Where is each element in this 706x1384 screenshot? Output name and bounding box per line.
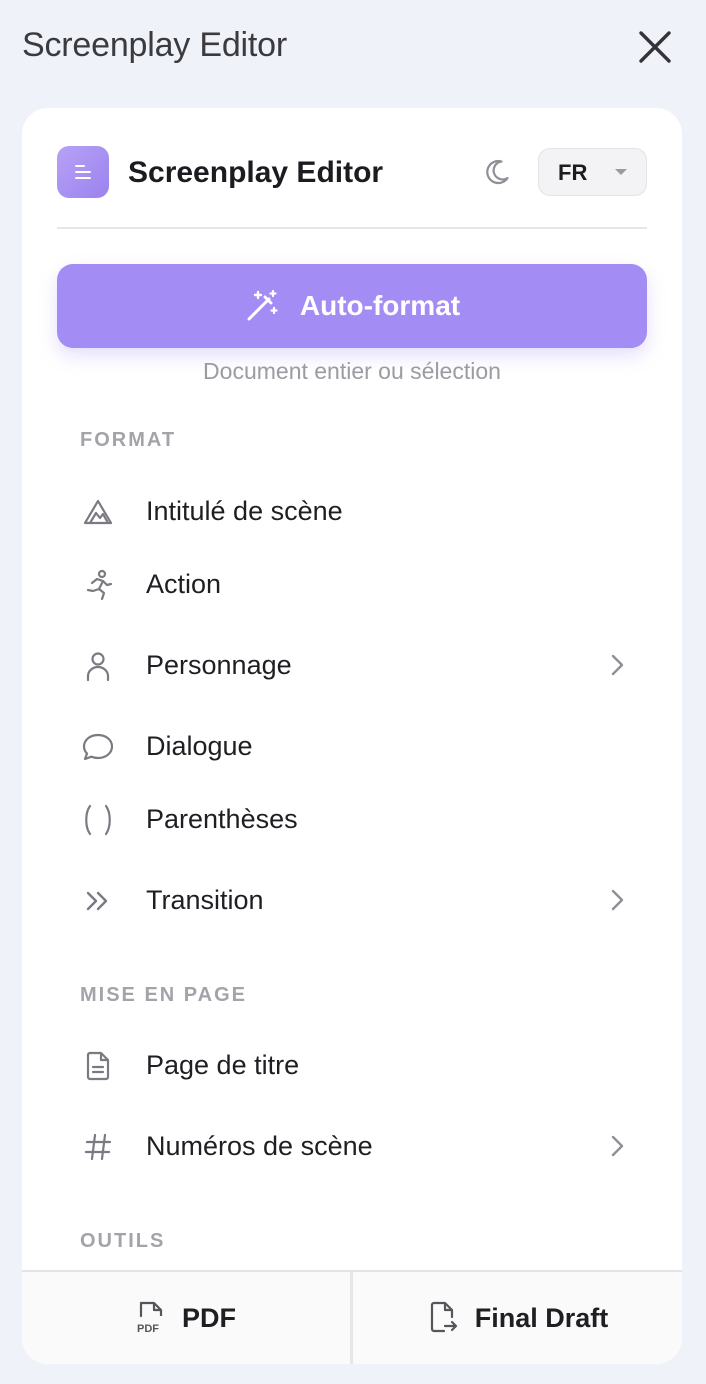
menu-item-action[interactable]: Action (57, 553, 647, 615)
menu-item-scene-heading[interactable]: Intitulé de scène (57, 480, 647, 542)
export-pdf-label: PDF (182, 1302, 236, 1333)
language-value: FR (558, 160, 588, 185)
sidebar-panel: Screenplay Editor FR Auto-format Documen… (22, 108, 682, 1364)
menu-item-label: Intitulé de scène (146, 496, 343, 526)
menu-item-label: Numéros de scène (146, 1131, 373, 1161)
menu-item-label: Transition (146, 885, 264, 915)
section-title-tools: OUTILS (80, 1230, 166, 1252)
auto-format-hint: Document entier ou sélection (203, 358, 501, 384)
document-lines-icon (75, 165, 91, 179)
pdf-icon-text: PDF (137, 1323, 159, 1335)
export-pdf-button[interactable]: PDF PDF (22, 1272, 350, 1364)
person-icon (81, 649, 115, 683)
window-title: Screenplay Editor (22, 26, 287, 64)
menu-item-dialogue[interactable]: Dialogue (57, 715, 647, 777)
app-name: Screenplay Editor (128, 156, 384, 189)
speech-bubble-icon (81, 730, 115, 764)
hash-icon (81, 1130, 115, 1164)
theme-toggle-button[interactable] (481, 156, 513, 188)
chevron-right-icon (611, 889, 624, 911)
panel-header: Screenplay Editor FR (57, 146, 647, 198)
magic-wand-icon (247, 289, 278, 321)
window-titlebar: Screenplay Editor (0, 0, 706, 92)
mountain-icon (81, 495, 115, 529)
export-final-draft-label: Final Draft (474, 1302, 609, 1333)
menu-item-parentheticals[interactable]: Parenthèses (57, 788, 647, 850)
language-select[interactable]: FR (538, 148, 647, 196)
export-footer: PDF PDF Final Draft (22, 1270, 682, 1364)
menu-item-label: Action (146, 569, 222, 599)
auto-format-label: Auto-format (299, 290, 461, 321)
section-title-layout: MISE EN PAGE (80, 984, 247, 1006)
close-button[interactable] (632, 24, 678, 70)
menu-item-label: Dialogue (146, 731, 253, 761)
menu-item-title-page[interactable]: Page de titre (57, 1034, 647, 1096)
parentheses-icon (81, 803, 115, 837)
chevron-right-icon (611, 654, 624, 676)
running-icon (81, 568, 115, 602)
document-icon (81, 1049, 115, 1083)
close-icon (639, 31, 671, 63)
auto-format-button[interactable]: Auto-format (57, 264, 647, 348)
menu-item-label: Parenthèses (146, 804, 298, 834)
menu-item-transition[interactable]: Transition (57, 869, 647, 931)
file-export-icon (430, 1301, 457, 1333)
section-title-format: FORMAT (80, 429, 177, 451)
menu-item-label: Personnage (146, 650, 292, 680)
pdf-file-icon: PDF (137, 1301, 163, 1335)
menu-item-character[interactable]: Personnage (57, 634, 647, 696)
export-final-draft-button[interactable]: Final Draft (353, 1272, 682, 1364)
menu-item-label: Page de titre (146, 1050, 300, 1080)
double-chevron-right-icon (81, 884, 115, 918)
menu-item-scene-numbers[interactable]: Numéros de scène (57, 1115, 647, 1177)
moon-icon (486, 159, 509, 185)
app-logo (57, 146, 109, 198)
caret-down-icon (615, 169, 627, 175)
chevron-right-icon (611, 1135, 624, 1157)
header-divider (57, 227, 647, 229)
